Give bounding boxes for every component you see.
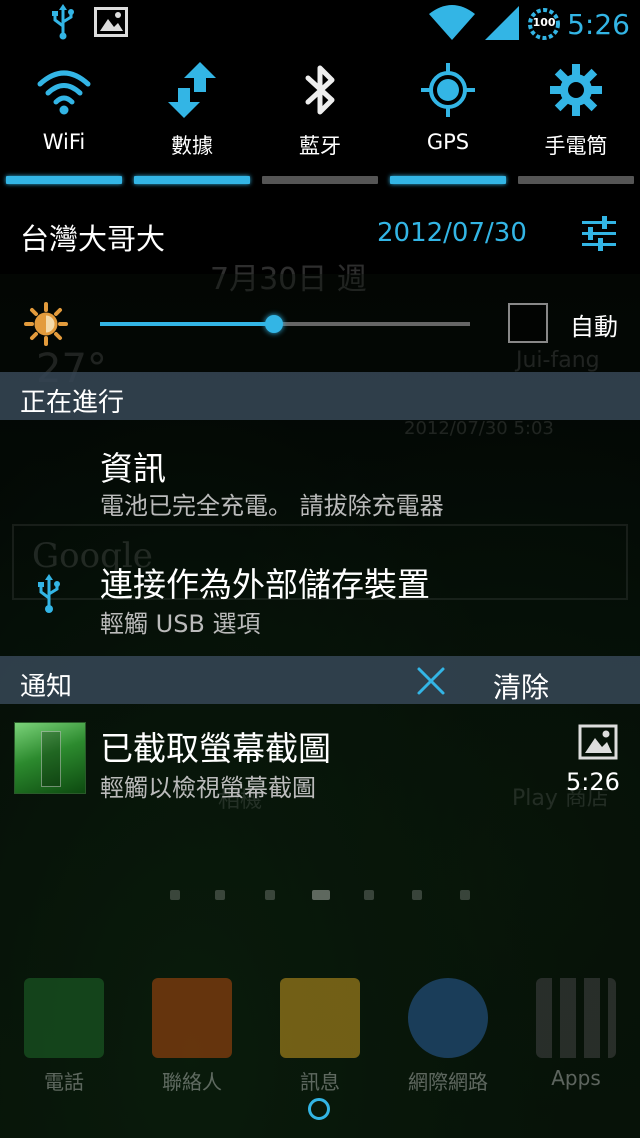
bluetooth-icon bbox=[305, 65, 335, 115]
notification-info[interactable]: 資訊 電池已完全充電。 請拔除充電器 bbox=[0, 420, 640, 532]
toggle-mobile-data[interactable]: 數據 bbox=[128, 46, 256, 190]
brightness-slider[interactable] bbox=[100, 315, 470, 333]
brightness-row: 自動 bbox=[0, 274, 640, 370]
brightness-slider-thumb[interactable] bbox=[264, 315, 283, 333]
date-label: 2012/07/30 bbox=[377, 218, 527, 248]
toggle-bluetooth[interactable]: 藍牙 bbox=[256, 46, 384, 190]
clear-icon[interactable] bbox=[416, 666, 446, 696]
notification-subtitle: 電池已完全充電。 請拔除充電器 bbox=[100, 492, 444, 520]
notification-time: 5:26 bbox=[566, 768, 620, 796]
toggle-wifi[interactable]: WiFi bbox=[0, 46, 128, 190]
toggle-label: 數據 bbox=[171, 134, 213, 158]
dock: 電話 聯絡人 訊息 網際網路 Apps bbox=[0, 970, 640, 1094]
battery-icon: 100 bbox=[527, 7, 561, 41]
usb-icon bbox=[38, 574, 60, 613]
dock-label: Apps bbox=[551, 1066, 601, 1090]
dock-label: 訊息 bbox=[300, 1070, 340, 1094]
notification-title: 連接作為外部儲存裝置 bbox=[100, 565, 430, 604]
cell-signal-icon bbox=[483, 2, 521, 46]
ongoing-section-header: 正在進行 bbox=[0, 372, 640, 420]
dock-label: 聯絡人 bbox=[162, 1070, 222, 1094]
toggle-label: 藍牙 bbox=[299, 134, 341, 158]
clear-button[interactable]: 清除 bbox=[493, 666, 549, 706]
battery-level: 100 bbox=[532, 16, 556, 29]
brightness-slider-fill bbox=[100, 322, 274, 326]
usb-icon bbox=[50, 4, 76, 44]
notification-usb-storage[interactable]: 連接作為外部儲存裝置 輕觸 USB 選項 bbox=[0, 540, 640, 652]
ongoing-header-label: 正在進行 bbox=[20, 388, 125, 418]
phone-icon bbox=[24, 978, 104, 1058]
toggle-indicator bbox=[262, 176, 378, 184]
toggle-indicator bbox=[6, 176, 122, 184]
shade-handle[interactable] bbox=[308, 1098, 330, 1120]
notification-screenshot[interactable]: 已截取螢幕截圖 輕觸以檢視螢幕截圖 5:26 bbox=[0, 704, 640, 814]
status-bar: 100 5:26 bbox=[0, 0, 640, 46]
brightness-sun-icon bbox=[24, 302, 68, 346]
toggle-indicator bbox=[518, 176, 634, 184]
notification-subtitle: 輕觸 USB 選項 bbox=[100, 610, 261, 638]
status-clock: 5:26 bbox=[567, 7, 630, 41]
auto-brightness-label: 自動 bbox=[570, 313, 618, 341]
flashlight-icon bbox=[550, 64, 602, 116]
auto-brightness-checkbox[interactable] bbox=[508, 303, 548, 343]
toggle-indicator bbox=[390, 176, 506, 184]
wifi-signal-icon bbox=[427, 2, 477, 46]
mobile-data-icon bbox=[168, 62, 216, 118]
toggle-flashlight[interactable]: 手電筒 bbox=[512, 46, 640, 190]
toggle-label: WiFi bbox=[42, 130, 86, 154]
notification-title: 資訊 bbox=[100, 449, 166, 488]
carrier-name: 台灣大哥大 bbox=[20, 222, 166, 256]
image-icon bbox=[94, 7, 128, 41]
globe-icon bbox=[408, 978, 488, 1058]
image-icon bbox=[578, 724, 618, 760]
dock-label: 電話 bbox=[44, 1070, 84, 1094]
apps-grid-icon bbox=[536, 978, 616, 1058]
wifi-icon bbox=[37, 70, 91, 115]
contacts-icon bbox=[152, 978, 232, 1058]
settings-sliders-icon[interactable] bbox=[580, 216, 618, 252]
notifications-header-label: 通知 bbox=[20, 672, 73, 702]
dock-label: 網際網路 bbox=[408, 1070, 488, 1094]
home-page-indicator bbox=[0, 890, 640, 902]
gps-icon bbox=[421, 63, 475, 117]
notification-subtitle: 輕觸以檢視螢幕截圖 bbox=[100, 774, 316, 802]
toggle-label: GPS bbox=[426, 130, 470, 154]
messages-icon bbox=[280, 978, 360, 1058]
toggle-label: 手電筒 bbox=[544, 134, 608, 158]
notifications-section-header: 通知 清除 bbox=[0, 656, 640, 704]
notification-title: 已截取螢幕截圖 bbox=[100, 729, 331, 768]
quick-toggles: WiFi 數據 藍牙 GPS 手電筒 bbox=[0, 46, 640, 190]
toggle-indicator bbox=[134, 176, 250, 184]
toggle-gps[interactable]: GPS bbox=[384, 46, 512, 190]
screenshot-thumbnail bbox=[14, 722, 86, 794]
